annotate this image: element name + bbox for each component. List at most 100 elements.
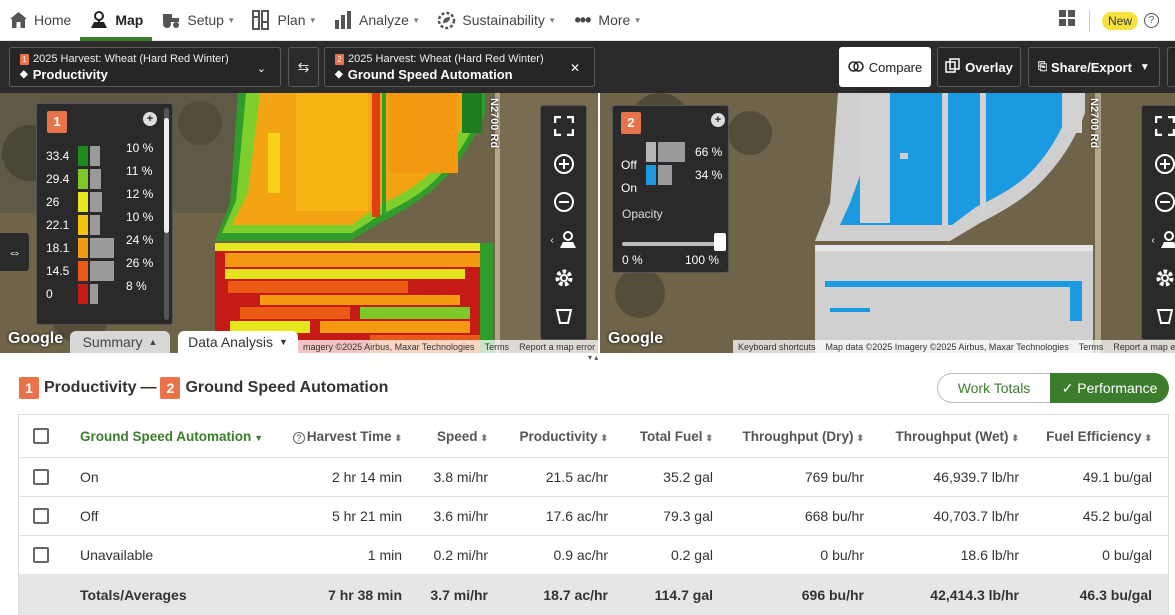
legend-color-swatch	[78, 238, 88, 258]
row-checkbox[interactable]	[33, 508, 49, 524]
table-row[interactable]: Unavailable 1 min 0.2 mi/hr 0.9 ac/hr 0.2 ga…	[19, 536, 1168, 575]
overlay-button[interactable]: Overlay	[937, 47, 1021, 87]
column-header[interactable]: Fuel Efficiency ⬍	[1029, 429, 1152, 444]
sort-icon: ⬍	[480, 432, 488, 443]
nav-sustainability[interactable]: Sustainability ▾	[427, 0, 563, 41]
add-legend-icon[interactable]: +	[143, 112, 157, 126]
settings-gear-icon[interactable]	[1142, 260, 1175, 296]
attribution-imagery: Map data ©2025 Imagery ©2025 Airbus, Max…	[825, 341, 1069, 352]
panel-resize-handle[interactable]: ▾ ▴	[588, 353, 598, 362]
nav-sustainability-label: Sustainability	[462, 12, 545, 28]
expand-panel-button[interactable]: ⇔	[0, 233, 29, 271]
legend-color-swatch	[78, 192, 88, 212]
swap-layers-button[interactable]: ⇆	[288, 47, 319, 87]
column-header-label: Harvest Time	[306, 428, 392, 444]
tab-data-analysis-label: Data Analysis	[188, 334, 273, 350]
fullscreen-icon[interactable]	[541, 108, 587, 144]
toolbar-overflow-button[interactable]	[1167, 47, 1175, 87]
report-error-link[interactable]: Report a map error	[1108, 342, 1175, 352]
legend-scrollbar[interactable]	[164, 108, 169, 320]
chevron-down-icon: ▾	[310, 14, 316, 25]
zoom-out-icon[interactable]	[541, 184, 587, 220]
legend-scroll-thumb[interactable]	[164, 118, 169, 233]
layer-2-selector[interactable]: 2 2025 Harvest: Wheat (Hard Red Winter) ◆…	[324, 47, 595, 87]
table-cell: 2 hr 14 min	[331, 469, 402, 485]
report-error-link[interactable]: Report a map error	[514, 342, 598, 352]
table-total-cell: 46.3 bu/gal	[1079, 586, 1152, 603]
map-left[interactable]: N2700 Rd ⇔ 1 + 33.4 10 % 29.4 11 % 26 12 % 22.…	[0, 93, 598, 353]
row-checkbox[interactable]	[33, 547, 49, 563]
work-totals-button[interactable]: Work Totals	[937, 373, 1050, 403]
column-header[interactable]: Throughput (Wet) ⬍	[879, 429, 1019, 444]
zoom-out-icon[interactable]	[1142, 184, 1175, 220]
table-total-row[interactable]: Totals/Averages 7 hr 38 min 3.7 mi/hr 18.7 …	[19, 575, 1168, 615]
legend-percent: 34 %	[695, 168, 723, 182]
tab-data-analysis[interactable]: Data Analysis ▼	[178, 331, 298, 353]
performance-button[interactable]: ✓ Performance	[1050, 373, 1169, 403]
zoom-in-icon[interactable]	[1142, 146, 1175, 182]
nav-more[interactable]: ••• More ▾	[563, 0, 648, 41]
row-checkbox[interactable]	[33, 428, 49, 444]
column-header[interactable]: Productivity ⬍	[499, 429, 608, 444]
table-cell: 45.2 bu/gal	[1082, 508, 1152, 524]
dots-icon: •••	[574, 9, 591, 30]
close-icon[interactable]: ✕	[570, 61, 580, 75]
map-left-controls: ‹	[540, 105, 587, 340]
map-right[interactable]: N2700 Rd 2 + Off 66 % On 34 % Opacity 0 % 1…	[600, 93, 1175, 353]
compare-button[interactable]: Compare	[839, 47, 931, 87]
table-cell: On	[80, 469, 99, 485]
map-left-attribution: magery ©2025 Airbus, Maxar Technologies …	[298, 340, 598, 353]
opacity-slider-thumb[interactable]	[714, 233, 726, 251]
column-header[interactable]: Total Fuel ⬍	[619, 429, 713, 444]
legend-color-swatch	[646, 142, 656, 162]
table-total-cell: Totals/Averages	[80, 586, 187, 603]
nav-map-label: Map	[115, 12, 144, 28]
table-row[interactable]: Off 5 hr 21 min 3.6 mi/hr 17.6 ac/hr 79.3 ga…	[19, 497, 1168, 536]
legend-color-swatch	[78, 284, 88, 304]
add-legend-icon[interactable]: +	[711, 113, 725, 127]
sort-icon: ⬍	[1011, 432, 1019, 443]
fullscreen-icon[interactable]	[1142, 108, 1175, 144]
terms-link[interactable]: Terms	[1074, 342, 1109, 352]
export-icon: ⎘	[1038, 60, 1047, 73]
sort-icon: ⬍	[394, 432, 402, 443]
column-header[interactable]: Speed ⬍	[419, 429, 488, 444]
locate-icon[interactable]: ‹	[1142, 222, 1175, 258]
column-header[interactable]: ? Harvest Time ⬍	[289, 429, 402, 444]
terms-link[interactable]: Terms	[480, 342, 515, 352]
apps-grid-icon[interactable]	[1058, 10, 1075, 31]
keyboard-shortcuts-link[interactable]: Keyboard shortcuts	[733, 342, 821, 352]
basket-icon[interactable]	[1142, 298, 1175, 334]
leaf-gear-icon	[436, 10, 456, 30]
google-logo: Google	[8, 330, 64, 347]
new-badge[interactable]: New	[1101, 11, 1138, 30]
info-icon[interactable]: ?	[292, 431, 305, 444]
legend-distribution-bar	[90, 169, 101, 189]
tab-summary[interactable]: Summary ▲	[70, 331, 170, 353]
road-label: N2700 Rd	[488, 98, 500, 149]
legend-value: 18.1	[46, 241, 70, 255]
legend-right: 2 + Off 66 % On 34 % Opacity 0 % 100 %	[612, 105, 729, 273]
legend-percent: 66 %	[695, 145, 723, 159]
row-checkbox[interactable]	[33, 469, 49, 485]
layer-1-selector[interactable]: 1 2025 Harvest: Wheat (Hard Red Winter) ◆…	[9, 47, 281, 87]
locate-icon[interactable]: ‹	[541, 222, 587, 258]
legend-color-swatch	[78, 215, 88, 235]
overlay-icon	[945, 58, 960, 76]
table-cell: 40,703.7 lb/hr	[933, 508, 1019, 524]
legend-percent: 11 %	[126, 164, 153, 178]
opacity-slider[interactable]	[622, 233, 726, 251]
table-row[interactable]: On 2 hr 14 min 3.8 mi/hr 21.5 ac/hr 35.2 gal…	[19, 458, 1168, 497]
nav-plan[interactable]: Plan ▾	[242, 0, 324, 41]
nav-map[interactable]: Map	[80, 0, 152, 41]
basket-icon[interactable]	[541, 298, 587, 334]
settings-gear-icon[interactable]	[541, 260, 587, 296]
help-icon[interactable]: ?	[1144, 13, 1159, 28]
column-header[interactable]: Throughput (Dry) ⬍	[724, 429, 864, 444]
nav-setup[interactable]: Setup ▾	[152, 0, 242, 41]
zoom-in-icon[interactable]	[541, 146, 587, 182]
nav-home[interactable]: Home	[0, 0, 80, 41]
share-export-button[interactable]: ⎘ Share/Export ▼	[1028, 47, 1160, 87]
column-header[interactable]: Ground Speed Automation ▼	[80, 429, 280, 444]
nav-analyze[interactable]: Analyze ▾	[324, 0, 427, 41]
